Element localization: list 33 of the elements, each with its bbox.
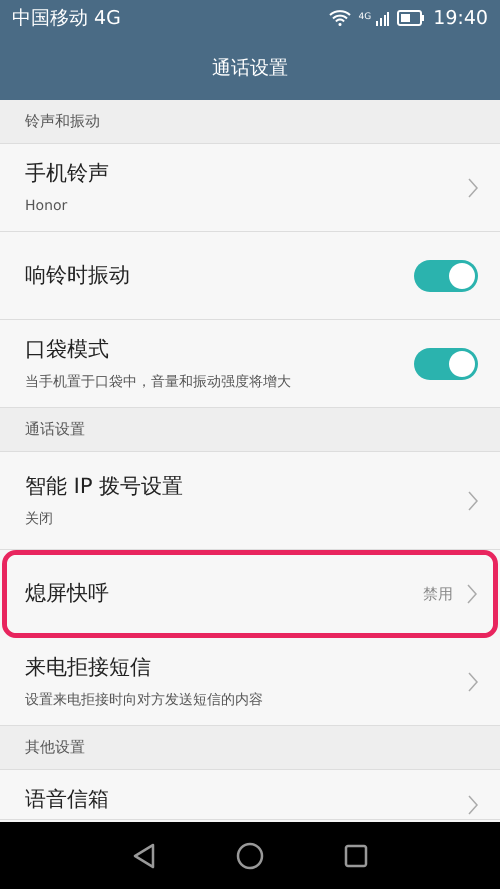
home-icon[interactable]	[236, 842, 264, 870]
setting-description: 设置来电拒接时向对方发送短信的内容	[25, 690, 264, 710]
setting-description: 关闭	[25, 510, 54, 529]
setting-label: 智能 IP 拨号设置	[25, 473, 184, 500]
chevron-right-icon	[467, 584, 477, 604]
back-icon[interactable]	[132, 842, 156, 868]
setting-value: 禁用	[423, 584, 453, 605]
chevron-right-icon	[468, 490, 478, 510]
setting-description: Honor	[25, 196, 68, 216]
toggle-switch[interactable]	[414, 260, 478, 292]
toggle-switch[interactable]	[414, 348, 478, 380]
setting-label: 熄屏快呼	[25, 580, 110, 608]
setting-description: 当手机置于口袋中，音量和振动强度将增大	[25, 372, 292, 392]
network-label: 4G	[358, 11, 372, 24]
recents-icon[interactable]	[344, 844, 368, 868]
chevron-right-icon	[468, 672, 478, 692]
wifi-icon	[328, 10, 351, 26]
page-title: 通话设置	[211, 56, 289, 81]
settings-row[interactable]: 熄屏快呼 禁用	[7, 555, 493, 633]
setting-label: 语音信箱	[25, 786, 110, 812]
setting-label: 响铃时振动	[25, 262, 131, 289]
setting-label: 口袋模式	[25, 336, 110, 364]
setting-label: 来电拒接短信	[25, 654, 152, 682]
clock: 19:40	[433, 6, 488, 31]
section-header: 铃声和振动	[0, 100, 500, 144]
setting-label: 手机铃声	[25, 160, 110, 188]
carrier-name: 中国移动 4G	[12, 6, 121, 31]
section-header: 其他设置	[0, 726, 500, 770]
battery-icon	[397, 10, 426, 26]
chevron-right-icon	[468, 795, 478, 815]
signal-icon	[375, 10, 390, 26]
chevron-right-icon	[468, 178, 478, 198]
section-header: 通话设置	[0, 408, 500, 452]
